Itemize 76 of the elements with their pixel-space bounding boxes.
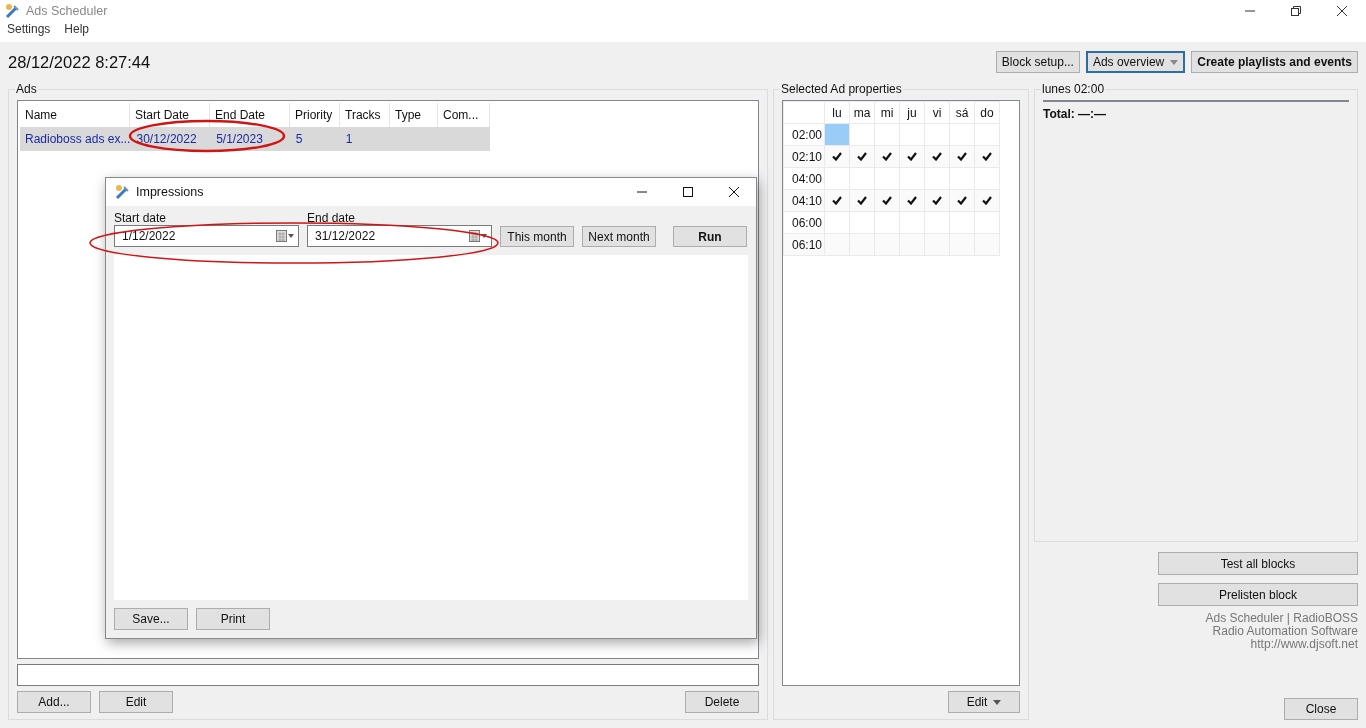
checkmark-icon (907, 195, 917, 205)
range-button[interactable]: This month (500, 226, 574, 247)
day-header: lu (832, 105, 842, 120)
field-label: Start date (114, 212, 168, 225)
toolbar-button[interactable]: Create playlists and events (1191, 51, 1358, 73)
checkmark-icon (982, 195, 992, 205)
checkmark-icon (857, 195, 867, 205)
group-title: lunes 02:00 (1041, 82, 1106, 96)
total-text: Total: —:— (1043, 107, 1108, 121)
time-label: 04:10 (791, 193, 822, 208)
calendar-icon[interactable] (276, 230, 294, 242)
action-button[interactable]: Edit (99, 691, 173, 713)
close-icon[interactable] (728, 186, 740, 198)
calendar-icon[interactable] (469, 230, 487, 242)
action-button[interactable]: Add... (17, 691, 91, 713)
day-header: mi (880, 105, 894, 120)
tools-icon (4, 3, 20, 19)
checkmark-icon (957, 151, 967, 161)
time-label: 06:00 (791, 215, 822, 230)
side-button[interactable]: Test all blocks (1158, 552, 1358, 575)
restore-icon[interactable] (1290, 5, 1302, 17)
side-button[interactable]: Prelisten block (1158, 583, 1358, 606)
table-cell: Radioboss ads ex... (25, 132, 131, 146)
range-button[interactable]: Next month (582, 226, 656, 247)
about-text: http://www.djsoft.net (1250, 638, 1358, 651)
menu-item[interactable]: Help (64, 22, 90, 36)
checkmark-icon (907, 151, 917, 161)
date-field[interactable]: 1/12/2022 (114, 225, 299, 247)
checkmark-icon (957, 195, 967, 205)
day-header: vi (932, 105, 942, 120)
maximize-icon[interactable] (682, 186, 694, 198)
about-text: Radio Automation Software (1212, 625, 1358, 638)
day-header: ma (853, 105, 871, 120)
table-cell: 1 (345, 132, 353, 146)
clock-text: 28/12/2022 8:27:44 (8, 52, 151, 72)
day-header: do (980, 105, 994, 120)
caret-icon (1170, 59, 1179, 65)
checkmark-icon (882, 195, 892, 205)
time-label: 06:10 (791, 237, 822, 252)
menu-item[interactable]: Settings (7, 22, 51, 36)
window-title: Ads Scheduler (26, 4, 108, 18)
checkmark-icon (857, 151, 867, 161)
about-text: Ads Scheduler | RadioBOSS (1205, 612, 1358, 625)
dialog-button[interactable]: Save... (114, 608, 188, 630)
time-label: 02:10 (791, 149, 822, 164)
dialog-button[interactable]: Print (196, 608, 270, 630)
caret-icon (993, 699, 1002, 705)
delete-button[interactable]: Delete (685, 691, 759, 713)
ad-row[interactable]: Radioboss ads ex... 30/12/2022 5/1/2023 5 1 (20, 127, 490, 151)
dialog-title: Impressions (136, 185, 204, 199)
day-header: ju (907, 105, 917, 120)
run-button[interactable]: Run (673, 226, 747, 247)
day-header: sá (955, 105, 969, 120)
checkmark-icon (932, 151, 942, 161)
time-label: 02:00 (791, 127, 822, 142)
checkmark-icon (982, 151, 992, 161)
time-label: 04:00 (791, 171, 822, 186)
table-cell: 30/12/2022 (136, 132, 197, 146)
checkmark-icon (932, 195, 942, 205)
checkmark-icon (882, 151, 892, 161)
close-button[interactable]: Close (1284, 698, 1358, 720)
group-title: Selected Ad properties (780, 82, 903, 96)
group-title: Ads (15, 82, 38, 96)
checkmark-icon (832, 151, 842, 161)
field-label: End date (307, 212, 357, 225)
schedule-cell[interactable] (849, 123, 875, 146)
checkmark-icon (832, 195, 842, 205)
dropdown-button[interactable]: Ads overview (1085, 51, 1186, 73)
close-icon[interactable] (1336, 5, 1348, 17)
table-cell: 5/1/2023 (216, 132, 263, 146)
table-cell: 5 (295, 132, 303, 146)
date-field[interactable]: 31/12/2022 (307, 225, 492, 247)
edit-button[interactable]: Edit (948, 691, 1020, 713)
input-field[interactable] (17, 664, 759, 686)
tools-icon (114, 184, 130, 200)
toolbar-button[interactable]: Block setup... (995, 51, 1080, 73)
